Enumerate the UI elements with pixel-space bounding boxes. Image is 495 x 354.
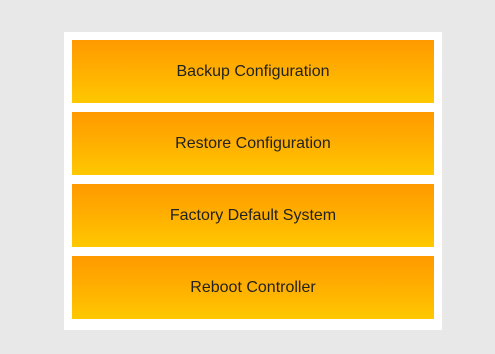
factory-default-system-label: Factory Default System [169,206,337,224]
restore-configuration-label: Restore Configuration [175,134,331,152]
backup-configuration-label: Backup Configuration [176,62,330,80]
reboot-controller-button[interactable]: Reboot Controller [72,256,434,319]
system-actions-panel: Backup Configuration Restore Configurati… [64,32,442,330]
factory-default-system-button[interactable]: Factory Default System [72,184,434,247]
reboot-controller-label: Reboot Controller [190,278,316,296]
restore-configuration-button[interactable]: Restore Configuration [72,112,434,175]
backup-configuration-button[interactable]: Backup Configuration [72,40,434,103]
